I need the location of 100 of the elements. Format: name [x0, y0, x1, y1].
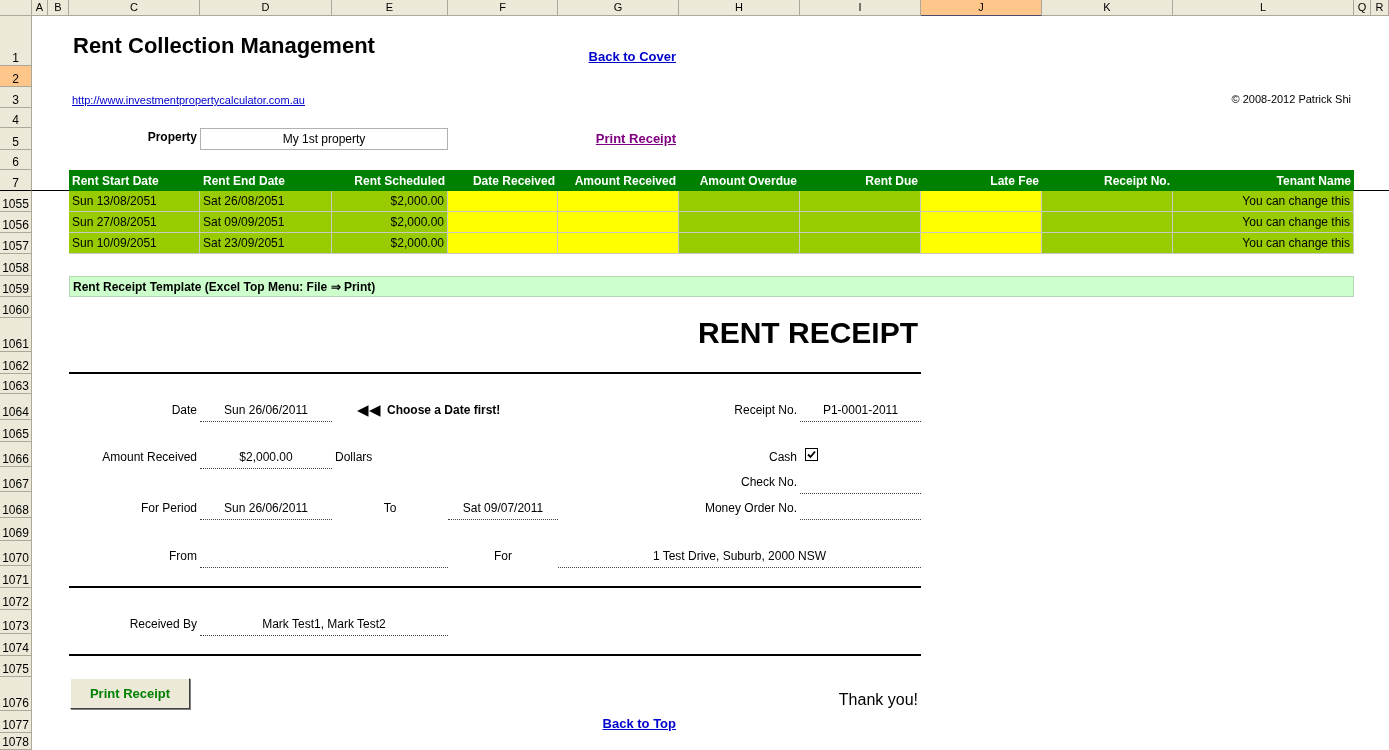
row-header[interactable]: 5: [0, 128, 32, 150]
period-start-field[interactable]: Sun 26/06/2011: [200, 492, 332, 520]
amount-field[interactable]: $2,000.00: [200, 442, 332, 469]
table-cell: Sat 26/08/2051: [200, 191, 332, 212]
date-label: Date: [170, 402, 198, 420]
row-header[interactable]: 1072: [0, 588, 32, 610]
back-to-top-link[interactable]: Back to Top: [602, 716, 676, 731]
row-header[interactable]: 1078: [0, 733, 32, 750]
money-order-label: Money Order No.: [703, 500, 798, 518]
table-header-cell: Rent Start Date: [69, 170, 200, 191]
table-header-cell: Rent Due: [800, 170, 921, 191]
column-header[interactable]: B: [48, 0, 69, 16]
cash-checkbox[interactable]: [805, 448, 818, 461]
row-header[interactable]: 1062: [0, 352, 32, 374]
property-label: Property: [146, 129, 198, 147]
table-cell: You can change this: [1173, 191, 1354, 212]
row-header[interactable]: 3: [0, 87, 32, 108]
column-header[interactable]: K: [1042, 0, 1173, 16]
row-header[interactable]: 1065: [0, 420, 32, 442]
row-header[interactable]: 6: [0, 150, 32, 170]
copyright-text: © 2008-2012 Patrick Shi: [1230, 92, 1352, 108]
check-number-label: Check No.: [739, 474, 798, 492]
receipt-number-label: Receipt No.: [733, 402, 798, 420]
row-header[interactable]: 1055: [0, 191, 32, 212]
table-cell: You can change this: [1173, 233, 1354, 254]
back-to-cover-link[interactable]: Back to Cover: [588, 49, 676, 64]
sheet-title: Rent Collection Management: [72, 31, 376, 60]
website-link[interactable]: http://www.investmentpropertycalculator.com.au: [72, 94, 305, 106]
cash-label: Cash: [768, 449, 798, 467]
row-header[interactable]: 1070: [0, 541, 32, 566]
received-by-label: Received By: [128, 616, 198, 634]
column-header[interactable]: D: [200, 0, 332, 16]
print-receipt-button[interactable]: Print Receipt: [70, 678, 190, 709]
row-header[interactable]: 1058: [0, 254, 32, 276]
column-header[interactable]: Q: [1354, 0, 1371, 16]
row-header[interactable]: 1074: [0, 634, 32, 656]
double-arrow-icon: ◀◀: [357, 400, 381, 418]
table-header-cell: Rent Scheduled: [332, 170, 448, 191]
to-label: To: [382, 500, 398, 518]
table-header-cell: Receipt No.: [1042, 170, 1173, 191]
row-header[interactable]: 1076: [0, 677, 32, 711]
column-header[interactable]: R: [1371, 0, 1389, 16]
received-by-field[interactable]: Mark Test1, Mark Test2: [200, 610, 448, 636]
table-header-cell: Amount Overdue: [679, 170, 800, 191]
template-banner: Rent Receipt Template (Excel Top Menu: File ⇒ Print): [69, 276, 1354, 297]
column-header[interactable]: J: [921, 0, 1042, 16]
row-header[interactable]: 4: [0, 108, 32, 128]
receipt-number-field[interactable]: P1-0001-2011: [800, 394, 921, 422]
receipt-title: RENT RECEIPT: [696, 318, 919, 351]
date-field[interactable]: Sun 26/06/2011: [200, 394, 332, 422]
property-field[interactable]: My 1st property: [200, 128, 448, 150]
column-header[interactable]: L: [1173, 0, 1354, 16]
column-header[interactable]: A: [32, 0, 48, 16]
table-cell: Sun 10/09/2051: [69, 233, 200, 254]
table-cell: $2,000.00: [332, 212, 448, 233]
row-header[interactable]: 1073: [0, 610, 32, 634]
row-header[interactable]: 1064: [0, 394, 32, 420]
row-header[interactable]: 1: [0, 16, 32, 66]
row-header[interactable]: 1063: [0, 374, 32, 394]
table-cell: Sun 13/08/2051: [69, 191, 200, 212]
table-cell: Sat 23/09/2051: [200, 233, 332, 254]
table-cell: $2,000.00: [332, 191, 448, 212]
row-header[interactable]: 1077: [0, 711, 32, 733]
row-header[interactable]: 1057: [0, 233, 32, 254]
table-cell: You can change this: [1173, 212, 1354, 233]
table-header-cell: Tenant Name: [1173, 170, 1354, 191]
row-header[interactable]: 1069: [0, 518, 32, 541]
select-all-corner[interactable]: [0, 0, 32, 16]
for-field[interactable]: 1 Test Drive, Suburb, 2000 NSW: [558, 541, 921, 568]
column-header[interactable]: H: [679, 0, 800, 16]
column-header[interactable]: C: [69, 0, 200, 16]
row-header[interactable]: 1071: [0, 566, 32, 588]
print-receipt-link[interactable]: Print Receipt: [595, 130, 676, 146]
row-header[interactable]: 1067: [0, 467, 32, 492]
row-header[interactable]: 1068: [0, 492, 32, 518]
amount-label: Amount Received: [101, 449, 198, 467]
row-header[interactable]: 1061: [0, 318, 32, 352]
row-header[interactable]: 1075: [0, 656, 32, 677]
column-header[interactable]: F: [448, 0, 558, 16]
column-header[interactable]: I: [800, 0, 921, 16]
table-header-cell: Late Fee: [921, 170, 1042, 191]
thank-you-text: Thank you!: [837, 689, 919, 710]
row-header[interactable]: 2: [0, 66, 32, 87]
table-header-cell: Rent End Date: [200, 170, 332, 191]
table-header-cell: Amount Received: [558, 170, 679, 191]
row-header[interactable]: 1056: [0, 212, 32, 233]
period-end-field[interactable]: Sat 09/07/2011: [448, 492, 558, 520]
column-header[interactable]: G: [558, 0, 679, 16]
for-label: For: [493, 548, 513, 566]
table-cell: $2,000.00: [332, 233, 448, 254]
row-header[interactable]: 1059: [0, 276, 32, 297]
row-header[interactable]: 7: [0, 170, 32, 191]
from-label: From: [168, 548, 198, 566]
date-hint-text: Choose a Date first!: [387, 404, 501, 418]
currency-text: Dollars: [334, 449, 374, 467]
column-header[interactable]: E: [332, 0, 448, 16]
row-header[interactable]: 1060: [0, 297, 32, 318]
table-cell: Sat 09/09/2051: [200, 212, 332, 233]
period-label: For Period: [139, 500, 198, 518]
row-header[interactable]: 1066: [0, 442, 32, 467]
